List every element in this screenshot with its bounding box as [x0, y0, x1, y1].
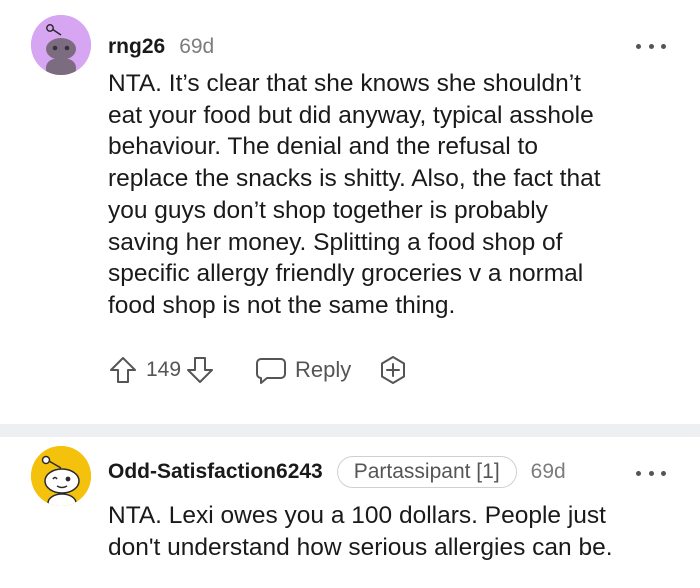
more-dots-icon[interactable]	[636, 463, 666, 483]
comment-body-line: NTA. Lexi owes you a 100 dollars. People…	[108, 502, 606, 529]
snoo-avatar-icon	[31, 15, 91, 75]
comment-body-line: behaviour. The denial and the refusal to	[108, 133, 538, 161]
snoo-avatar-icon	[31, 446, 91, 506]
comment-actions: 149 Reply	[108, 350, 409, 390]
comment-body-line: eat your food but did anyway, typical as…	[108, 101, 594, 129]
comment-body: NTA. Lexi owes you a 100 dollars. People…	[108, 500, 678, 563]
comment: Odd-Satisfaction6243 Partassipant [1] 69…	[0, 437, 700, 588]
comment: rng26 69d NTA. It’s clear that she knows…	[0, 0, 700, 424]
upvote-arrow-icon[interactable]	[108, 355, 138, 385]
username[interactable]: rng26	[108, 35, 165, 59]
comment-body-line: saving her money. Splitting a food shop …	[108, 228, 563, 256]
comment-divider	[0, 424, 700, 437]
award-plus-icon[interactable]	[377, 354, 409, 386]
avatar[interactable]	[31, 446, 91, 506]
user-flair: Partassipant [1]	[336, 456, 517, 488]
reply-button[interactable]: Reply	[255, 355, 351, 385]
comment-header: rng26 69d	[108, 32, 214, 62]
comment-body: NTA. It’s clear that she knows she shoul…	[108, 68, 678, 322]
comment-body-line: replace the snacks is shitty. Also, the …	[108, 165, 601, 193]
comment-body-line: specific allergy friendly groceries v a …	[108, 260, 584, 288]
comment-header: Odd-Satisfaction6243 Partassipant [1] 69…	[108, 456, 566, 488]
username[interactable]: Odd-Satisfaction6243	[108, 460, 323, 484]
comment-body-line: you guys don’t shop together is probably	[108, 196, 548, 224]
vote-score: 149	[146, 358, 182, 381]
comment-body-line: don't understand how serious allergies c…	[108, 533, 613, 561]
speech-bubble-icon	[256, 358, 287, 384]
comment-body-line: NTA. It’s clear that she knows she shoul…	[108, 70, 581, 97]
avatar[interactable]	[31, 15, 91, 75]
reply-label: Reply	[295, 357, 352, 382]
comment-age: 69d	[179, 35, 215, 58]
comment-body-line: food shop is not the same thing.	[108, 291, 456, 319]
comment-age: 69d	[530, 460, 566, 483]
downvote-arrow-icon[interactable]	[185, 355, 215, 385]
more-dots-icon[interactable]	[636, 36, 666, 56]
